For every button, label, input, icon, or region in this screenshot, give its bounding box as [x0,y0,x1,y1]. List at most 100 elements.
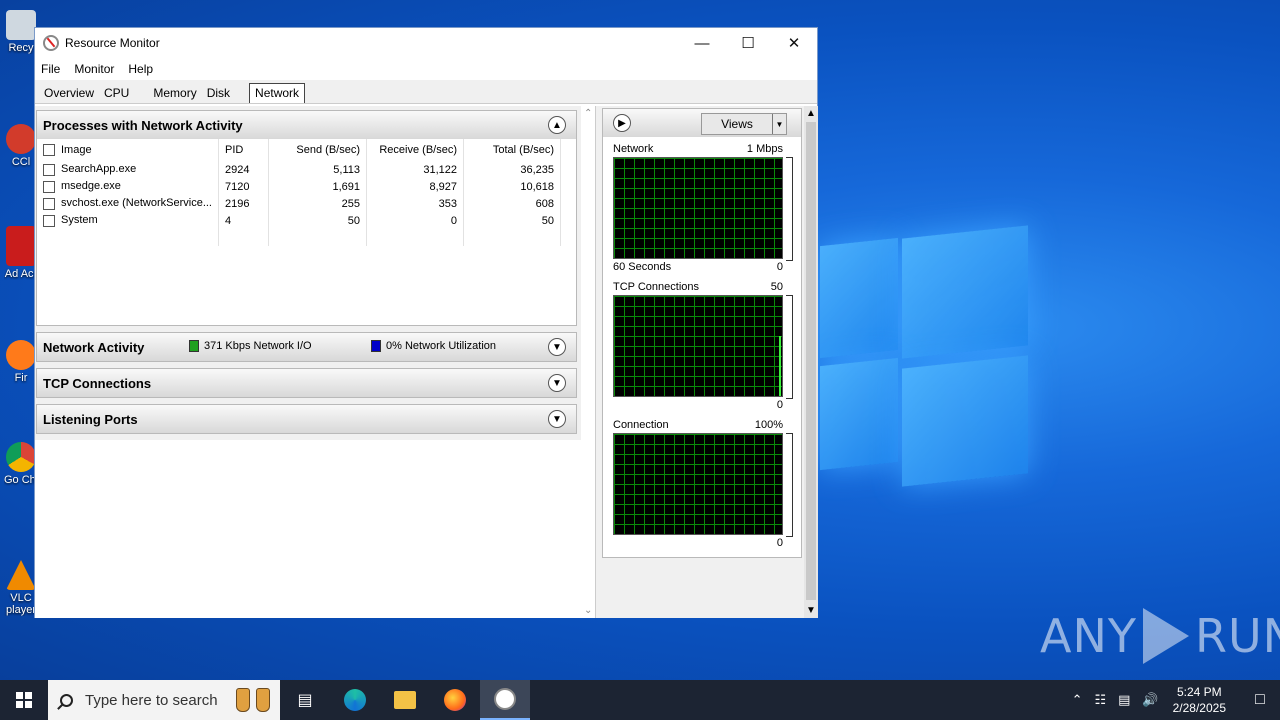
network-icon[interactable]: ▤ [1118,692,1130,708]
tcp-connections-graph: TCP Connections 50 0 [613,279,793,413]
column-send[interactable]: Send (B/sec) [268,139,367,161]
close-button[interactable]: ✕ [771,28,817,58]
tab-cpu[interactable]: CPU [99,84,134,103]
table-row[interactable]: msedge.exe 7120 1,691 8,927 10,618 [37,178,577,195]
resource-monitor-icon [494,688,516,710]
scroll-up-icon[interactable]: ▲ [806,108,816,119]
graph-scale [786,295,793,399]
firefox-icon [6,340,36,370]
menu-monitor[interactable]: Monitor [74,62,114,76]
table-row[interactable]: svchost.exe (NetworkService... 2196 255 … [37,195,577,212]
taskbar-resource-monitor[interactable] [480,680,530,720]
task-view-button[interactable]: ▤ [280,680,330,720]
row-checkbox[interactable] [43,180,55,193]
table-row[interactable]: SearchApp.exe 2924 5,113 31,122 36,235 [37,161,577,178]
taskbar-edge[interactable] [330,680,380,720]
column-image[interactable]: Image [37,139,219,161]
tab-network[interactable]: Network [249,83,306,103]
listening-ports-title: Listening Ports [43,411,138,427]
notification-center-icon[interactable]: □ [1240,691,1280,709]
table-row[interactable]: System 4 50 0 50 [37,212,577,229]
row-checkbox[interactable] [43,163,55,176]
views-dropdown-arrow-icon[interactable]: ▼ [772,114,786,134]
select-all-checkbox[interactable] [43,144,55,157]
processes-header[interactable]: Processes with Network Activity ▲ [37,111,576,139]
collapse-arrow-right-icon[interactable]: ▶ [613,114,631,132]
title-bar[interactable]: Resource Monitor — ☐ ✕ [35,28,817,58]
expand-chevron-down-icon[interactable]: ▼ [548,410,566,428]
file-explorer-icon [394,691,416,709]
graph-title: TCP Connections [613,281,700,293]
windows-start-icon [16,692,32,708]
chrome-icon [6,442,36,472]
ccleaner-icon [6,124,36,154]
desktop-icon-ccleaner[interactable]: CCl [4,124,38,168]
desktop-icon-acrobat[interactable]: Ad Acr [4,226,38,280]
column-total[interactable]: Total (B/sec) [463,139,561,161]
column-pid[interactable]: PID [218,139,269,161]
expand-chevron-down-icon[interactable]: ▼ [548,338,566,356]
desktop-icon-firefox[interactable]: Fir [4,340,38,384]
left-scrollbar[interactable]: ⌃ ⌄ [583,108,595,616]
right-scrollbar[interactable]: ▲ ▼ [804,106,818,618]
graph-line [779,336,781,396]
volume-icon[interactable]: 🔊 [1142,692,1158,708]
tab-overview[interactable]: Overview [39,84,99,103]
network-io-legend: 371 Kbps Network I/O [189,340,312,352]
recycle-bin-icon [6,10,36,40]
scroll-down-icon[interactable]: ▼ [806,605,816,616]
taskbar-firefox[interactable] [430,680,480,720]
search-icon [60,693,73,707]
collapse-chevron-up-icon[interactable]: ▲ [548,116,566,134]
row-checkbox[interactable] [43,197,55,210]
column-receive[interactable]: Receive (B/sec) [366,139,464,161]
scrollbar-thumb[interactable] [806,122,816,600]
network-activity-header[interactable]: Network Activity 371 Kbps Network I/O 0%… [37,333,576,361]
network-activity-title: Network Activity [43,339,145,355]
graph-title: Network [613,143,654,155]
graph-canvas [613,157,783,259]
desktop-icon-recycle-bin[interactable]: Recy [4,10,38,54]
menu-bar: File Monitor Help [35,58,817,80]
graph-min: 0 [776,399,783,411]
left-pane: Processes with Network Activity ▲ Image … [35,106,581,618]
graph-max: 1 Mbps [746,143,783,155]
row-checkbox[interactable] [43,214,55,227]
tab-memory[interactable]: Memory [148,84,201,103]
desktop-icon-vlc[interactable]: VLC player [4,560,38,616]
tab-disk[interactable]: Disk [202,84,235,103]
start-button[interactable] [0,680,48,720]
listening-ports-header[interactable]: Listening Ports ▼ [37,405,576,433]
tcp-connections-title: TCP Connections [43,375,152,391]
connection-graph: Connection 100% 0 [613,417,793,551]
scroll-up-icon[interactable]: ⌃ [584,108,592,119]
graph-max: 100% [754,419,783,431]
taskbar-search-box[interactable]: Type here to search [48,680,280,720]
menu-file[interactable]: File [41,62,60,76]
maximize-button[interactable]: ☐ [725,28,771,58]
meet-now-icon[interactable]: ☷ [1094,692,1106,708]
tcp-connections-header[interactable]: TCP Connections ▼ [37,369,576,397]
graph-canvas [613,433,783,535]
network-graph: Network 1 Mbps 60 Seconds 0 [613,141,793,275]
processes-title: Processes with Network Activity [43,117,243,133]
vlc-icon [6,560,36,590]
taskbar-file-explorer[interactable] [380,680,430,720]
firefox-icon [444,689,466,711]
graph-canvas [613,295,783,397]
clock-date: 2/28/2025 [1172,701,1226,715]
taskbar: Type here to search ▤ ⌃ ☷ ▤ 🔊 5:24 PM 2/… [0,680,1280,720]
show-hidden-icons-chevron-up-icon[interactable]: ⌃ [1072,692,1083,708]
tab-bar: Overview CPU Memory Disk Network [35,80,817,104]
graphs-panel: ▶ Views ▼ Network 1 Mbps 60 Seconds 0 TCP … [602,108,802,558]
processes-section: Processes with Network Activity ▲ Image … [36,110,577,326]
menu-help[interactable]: Help [128,62,153,76]
minimize-button[interactable]: — [679,28,725,58]
clock[interactable]: 5:24 PM 2/28/2025 [1173,684,1226,716]
expand-chevron-down-icon[interactable]: ▼ [548,374,566,392]
graph-max: 50 [770,281,783,293]
window-title: Resource Monitor [65,36,160,50]
scroll-down-icon[interactable]: ⌄ [584,605,592,616]
desktop-icon-chrome[interactable]: Go Chr [4,442,38,486]
views-dropdown[interactable]: Views ▼ [701,113,787,135]
